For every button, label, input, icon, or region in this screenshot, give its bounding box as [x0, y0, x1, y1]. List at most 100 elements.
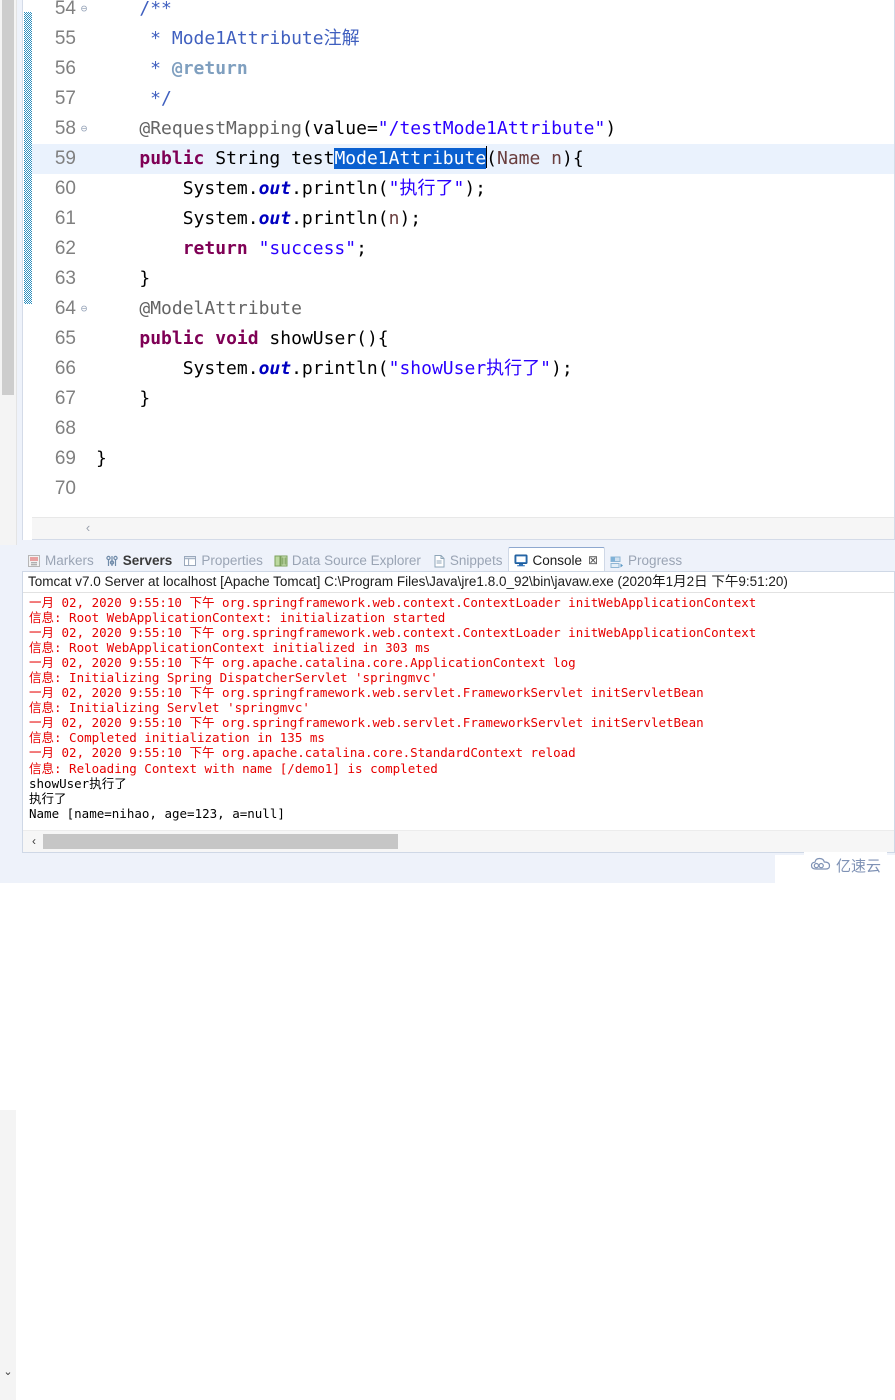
- fold-marker-empty: ⊖: [76, 414, 92, 444]
- code-line[interactable]: 54 ⊖ /**: [32, 0, 894, 24]
- view-tab-markers[interactable]: Markers: [22, 549, 100, 572]
- fold-marker-empty: ⊖: [76, 444, 92, 474]
- fold-marker-empty: ⊖: [76, 204, 92, 234]
- view-tab-progress[interactable]: Progress: [605, 549, 688, 572]
- console-line: 信息: Root WebApplicationContext: initiali…: [29, 610, 446, 626]
- scroll-left-icon[interactable]: ‹: [27, 833, 41, 849]
- view-tab-console[interactable]: Console ⊠: [508, 547, 606, 572]
- markers-icon: [27, 554, 41, 568]
- line-text: public void showUser(){: [92, 324, 389, 354]
- code-token: "执行了": [388, 178, 465, 199]
- editor-horizontal-scrollbar[interactable]: ‹: [32, 517, 894, 539]
- line-number: 57: [54, 88, 76, 109]
- code-line[interactable]: 66⊖ System.out.println("showUser执行了");: [32, 354, 894, 384]
- code-line[interactable]: 65⊖ public void showUser(){: [32, 324, 894, 354]
- line-text: /**: [92, 0, 172, 24]
- view-tab-data-source-explorer[interactable]: Data Source Explorer: [269, 549, 427, 572]
- view-tab-label: Progress: [628, 553, 683, 568]
- console-horizontal-scrollbar-thumb[interactable]: [43, 834, 398, 849]
- code-token: .println(: [291, 208, 389, 229]
- view-tab-label: Properties: [201, 553, 263, 568]
- line-number: 64: [54, 298, 76, 319]
- scroll-left-icon[interactable]: ‹: [80, 520, 96, 536]
- code-token: ): [605, 118, 617, 139]
- console-line: 一月 02, 2020 9:55:10 下午 org.apache.catali…: [29, 745, 576, 761]
- code-token: (: [486, 148, 497, 169]
- code-token: "success": [258, 238, 357, 259]
- watermark-strip: 亿速云: [0, 852, 895, 883]
- view-tab-properties[interactable]: Properties: [178, 549, 269, 572]
- console-vertical-scrollbar[interactable]: ⌄: [0, 1110, 16, 1400]
- change-bar-gutter: [23, 0, 32, 540]
- close-icon[interactable]: ⊠: [588, 553, 598, 567]
- code-token: }: [96, 388, 151, 409]
- console-line: 信息: Completed initialization in 135 ms: [29, 730, 325, 746]
- code-line[interactable]: 55⊖ * Mode1Attribute注解: [32, 24, 894, 54]
- code-line[interactable]: 67⊖ }: [32, 384, 894, 414]
- code-token: "/testMode1Attribute": [377, 118, 606, 139]
- code-token: "showUser执行了": [388, 358, 551, 379]
- code-token: System.: [96, 208, 259, 229]
- code-line[interactable]: 62⊖ return "success";: [32, 234, 894, 264]
- fold-marker-empty: ⊖: [76, 234, 92, 264]
- fold-collapse-icon[interactable]: ⊖: [76, 0, 92, 24]
- fold-marker-empty: ⊖: [76, 144, 92, 174]
- code-token: );: [464, 178, 486, 199]
- code-token: @RequestMapping: [139, 118, 302, 139]
- code-line[interactable]: 69⊖}: [32, 444, 894, 474]
- fold-marker-empty: ⊖: [76, 174, 92, 204]
- code-line[interactable]: 63⊖ }: [32, 264, 894, 294]
- line-number: 60: [54, 178, 76, 199]
- code-token: System.: [96, 358, 259, 379]
- line-number: 54: [54, 0, 76, 19]
- line-number: 55: [54, 28, 76, 49]
- view-tab-servers[interactable]: Servers: [100, 549, 179, 572]
- editor-vertical-scrollbar-thumb[interactable]: [2, 0, 14, 395]
- console-launch-title: Tomcat v7.0 Server at localhost [Apache …: [23, 572, 894, 593]
- code-line[interactable]: 56⊖ * @return: [32, 54, 894, 84]
- code-token: String test: [204, 148, 335, 169]
- code-line[interactable]: 60⊖ System.out.println("执行了");: [32, 174, 894, 204]
- code-lines[interactable]: 53⊖ 54⊖ /**55⊖ * Mode1Attribute注解56⊖ * @…: [32, 0, 894, 518]
- properties-icon: [183, 554, 197, 568]
- code-line[interactable]: 61⊖ System.out.println(n);: [32, 204, 894, 234]
- console-horizontal-scrollbar[interactable]: ‹: [23, 830, 894, 852]
- line-number: 66: [54, 358, 76, 379]
- code-line[interactable]: 70⊖: [32, 474, 894, 504]
- code-line[interactable]: 59⊖ public String testMode1Attribute(Nam…: [32, 144, 894, 174]
- fold-marker-empty: ⊖: [76, 24, 92, 54]
- code-token: showUser(){: [258, 328, 389, 349]
- line-number: 63: [54, 268, 76, 289]
- snippets-icon: [432, 554, 446, 568]
- code-token: out: [258, 208, 292, 229]
- code-line[interactable]: 64 ⊖ @ModelAttribute: [32, 294, 894, 324]
- line-text: * @return: [92, 54, 248, 84]
- line-number: 68: [54, 418, 76, 439]
- console-line: 一月 02, 2020 9:55:10 下午 org.apache.catali…: [29, 655, 576, 671]
- code-line[interactable]: 68⊖: [32, 414, 894, 444]
- scroll-down-icon[interactable]: ⌄: [0, 1364, 16, 1380]
- console-view[interactable]: Tomcat v7.0 Server at localhost [Apache …: [22, 571, 895, 853]
- console-line: 一月 02, 2020 9:55:10 下午 org.springframewo…: [29, 685, 704, 701]
- code-token: .println(: [291, 358, 389, 379]
- console-line: 信息: Root WebApplicationContext initializ…: [29, 640, 431, 656]
- code-line[interactable]: 58 ⊖ @RequestMapping(value="/testMode1Att…: [32, 114, 894, 144]
- view-tab-bar[interactable]: Markers Servers Properties Data Source Expl…: [22, 547, 895, 572]
- fold-collapse-icon[interactable]: ⊖: [76, 114, 92, 144]
- eclipse-ide-window: 53⊖ 54⊖ /**55⊖ * Mode1Attribute注解56⊖ * @…: [0, 0, 895, 1400]
- code-token: (value=: [301, 118, 378, 139]
- editor-vertical-scrollbar[interactable]: [0, 0, 17, 545]
- fold-collapse-icon[interactable]: ⊖: [76, 294, 92, 324]
- console-line: 一月 02, 2020 9:55:10 下午 org.springframewo…: [29, 595, 757, 610]
- line-text: @ModelAttribute: [92, 294, 302, 324]
- console-line: 一月 02, 2020 9:55:10 下午 org.springframewo…: [29, 625, 757, 641]
- view-tab-snippets[interactable]: Snippets: [427, 549, 509, 572]
- console-output[interactable]: 一月 02, 2020 9:55:10 下午 org.springframewo…: [23, 593, 894, 830]
- view-tab-label: Snippets: [449, 553, 503, 568]
- java-source-editor[interactable]: 53⊖ 54⊖ /**55⊖ * Mode1Attribute注解56⊖ * @…: [22, 0, 895, 540]
- code-line[interactable]: 57⊖ */: [32, 84, 894, 114]
- progress-icon: [610, 554, 624, 568]
- code-token: void: [215, 328, 259, 349]
